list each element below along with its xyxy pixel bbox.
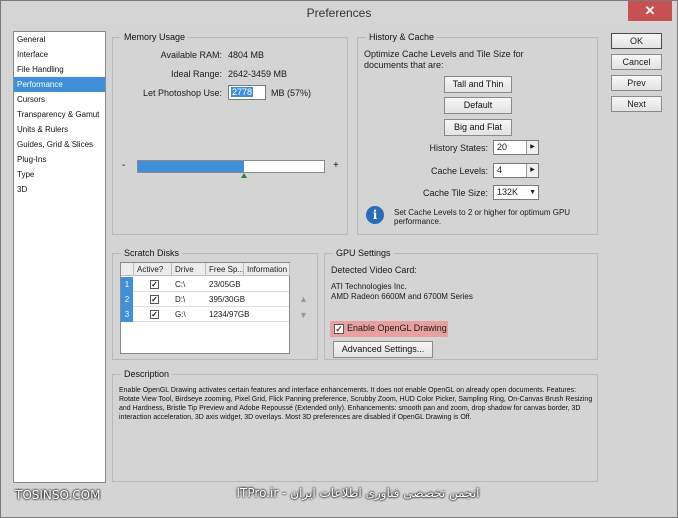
next-button[interactable]: Next xyxy=(611,96,662,112)
active-checkbox[interactable]: ✓ xyxy=(150,310,159,319)
free-space-cell: 1234/97GB xyxy=(209,310,250,319)
info-icon: i xyxy=(366,206,384,224)
detected-video-card-label: Detected Video Card: xyxy=(331,265,417,275)
information-cell xyxy=(244,307,247,322)
enable-opengl-label: Enable OpenGL Drawing xyxy=(347,323,447,333)
video-card-model: AMD Radeon 6600M and 6700M Series xyxy=(331,292,473,301)
move-down-icon[interactable]: ▼ xyxy=(299,310,308,320)
ok-button[interactable]: OK xyxy=(611,33,662,49)
check-icon: ✓ xyxy=(335,324,343,334)
history-cache-title: History & Cache xyxy=(366,32,438,42)
cache-levels-value: 4 xyxy=(497,165,503,175)
table-header-index xyxy=(121,263,134,276)
information-cell xyxy=(244,277,247,292)
chevron-down-icon: ▼ xyxy=(529,189,536,196)
drive-cell: C:\ xyxy=(175,280,186,289)
let-photoshop-use-label: Let Photoshop Use: xyxy=(142,88,222,98)
sidebar-item-file-handling[interactable]: File Handling xyxy=(14,62,105,77)
table-row[interactable]: 2 ✓ D:\ 395/30GB xyxy=(121,292,289,307)
title-bar[interactable]: Preferences ✕ xyxy=(1,1,677,25)
cache-tile-size-value: 132K xyxy=(497,187,519,197)
close-button[interactable]: ✕ xyxy=(628,1,672,21)
sidebar-item-guides-grid-slices[interactable]: Guides, Grid & Slices xyxy=(14,137,105,152)
ideal-range-value: 2642-3459 MB xyxy=(228,69,288,79)
table-row[interactable]: 3 ✓ G:\ 1234/97GB xyxy=(121,307,289,322)
ideal-range-label: Ideal Range: xyxy=(170,69,222,79)
cache-levels-label: Cache Levels: xyxy=(430,166,488,176)
memory-usage-group: Memory Usage xyxy=(112,32,348,235)
preferences-window: Preferences ✕ General Interface File Han… xyxy=(0,0,678,518)
free-space-cell: 395/30GB xyxy=(209,295,246,304)
table-row[interactable]: 1 ✓ C:\ 23/05GB xyxy=(121,277,289,292)
memory-slider-fill xyxy=(138,161,244,172)
cache-tile-size-label: Cache Tile Size: xyxy=(422,188,488,198)
sidebar-item-3d[interactable]: 3D xyxy=(14,182,105,197)
free-space-cell: 23/05GB xyxy=(209,280,241,289)
window-title: Preferences xyxy=(306,6,372,20)
description-title: Description xyxy=(121,369,173,379)
enable-opengl-row[interactable]: ✓ Enable OpenGL Drawing xyxy=(330,321,448,337)
default-button[interactable]: Default xyxy=(444,97,512,114)
move-up-icon[interactable]: ▲ xyxy=(299,294,308,304)
drive-cell: G:\ xyxy=(175,310,186,319)
optimize-intro-text: Optimize Cache Levels and Tile Size for … xyxy=(364,49,524,70)
watermark-tosinso: TOSINSO.COM xyxy=(15,488,101,502)
row-number: 2 xyxy=(121,292,133,307)
memory-amount-suffix: MB (57%) xyxy=(271,88,312,98)
available-ram-label: Available RAM: xyxy=(160,50,222,60)
sidebar-item-cursors[interactable]: Cursors xyxy=(14,92,105,107)
active-checkbox[interactable]: ✓ xyxy=(150,295,159,304)
slider-minus-label: - xyxy=(122,160,126,171)
memory-amount-value: 2778 xyxy=(231,87,254,97)
sidebar-item-performance[interactable]: Performance xyxy=(14,77,105,92)
stepper-arrow-icon[interactable]: ▶ xyxy=(526,141,538,154)
check-icon: ✓ xyxy=(151,295,158,304)
cache-info-text: Set Cache Levels to 2 or higher for opti… xyxy=(394,208,571,226)
cancel-button[interactable]: Cancel xyxy=(611,54,662,70)
row-number: 3 xyxy=(121,307,133,322)
description-text: Enable OpenGL Drawing activates certain … xyxy=(119,387,593,421)
tall-thin-button[interactable]: Tall and Thin xyxy=(444,76,512,93)
video-card-vendor: ATI Technologies Inc. xyxy=(331,282,407,291)
history-states-value: 20 xyxy=(497,142,508,152)
available-ram-value: 4804 MB xyxy=(228,50,265,60)
table-header-drive[interactable]: Drive xyxy=(172,263,206,276)
information-cell xyxy=(244,292,247,307)
sidebar-item-units-rulers[interactable]: Units & Rulers xyxy=(14,122,105,137)
cache-levels-stepper[interactable]: 4 ▶ xyxy=(493,163,539,178)
drive-cell: D:\ xyxy=(175,295,186,304)
close-icon: ✕ xyxy=(644,3,656,18)
history-states-label: History States: xyxy=(429,143,488,153)
cache-tile-size-select[interactable]: 132K ▼ xyxy=(493,185,539,200)
sidebar-item-general[interactable]: General xyxy=(14,32,105,47)
memory-usage-title: Memory Usage xyxy=(121,32,189,42)
dialog-body: General Interface File Handling Performa… xyxy=(8,25,670,511)
history-states-stepper[interactable]: 20 ▶ xyxy=(493,140,539,155)
table-header-active[interactable]: Active? xyxy=(134,263,172,276)
scratch-disks-table: Active? Drive Free Sp... Information 1 ✓… xyxy=(120,262,290,354)
watermark-itpro: ITPro.ir - انجمن تخصصی فناوری اطلاعات ای… xyxy=(236,486,480,500)
check-icon: ✓ xyxy=(151,280,158,289)
big-flat-button[interactable]: Big and Flat xyxy=(444,119,512,136)
check-icon: ✓ xyxy=(151,310,158,319)
sidebar-item-interface[interactable]: Interface xyxy=(14,47,105,62)
gpu-settings-title: GPU Settings xyxy=(333,248,394,258)
advanced-settings-button[interactable]: Advanced Settings... xyxy=(333,341,433,358)
memory-slider-thumb[interactable] xyxy=(241,173,247,178)
sidebar-item-plug-ins[interactable]: Plug-Ins xyxy=(14,152,105,167)
memory-slider[interactable] xyxy=(137,160,325,173)
table-header-free-space[interactable]: Free Sp... xyxy=(206,263,244,276)
slider-plus-label: + xyxy=(333,160,339,171)
sidebar-item-type[interactable]: Type xyxy=(14,167,105,182)
category-list: General Interface File Handling Performa… xyxy=(13,31,106,483)
scratch-disks-title: Scratch Disks xyxy=(121,248,183,258)
sidebar-item-transparency-gamut[interactable]: Transparency & Gamut xyxy=(14,107,105,122)
table-header-information[interactable]: Information xyxy=(244,263,290,276)
stepper-arrow-icon[interactable]: ▶ xyxy=(526,164,538,177)
memory-amount-input[interactable]: 2778 xyxy=(228,85,266,100)
enable-opengl-checkbox[interactable]: ✓ xyxy=(334,324,344,334)
row-number: 1 xyxy=(121,277,133,292)
active-checkbox[interactable]: ✓ xyxy=(150,280,159,289)
prev-button[interactable]: Prev xyxy=(611,75,662,91)
